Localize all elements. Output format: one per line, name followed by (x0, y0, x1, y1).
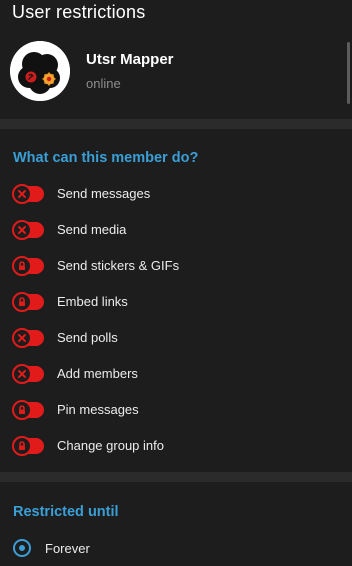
pin-messages-toggle[interactable] (12, 400, 44, 420)
close-icon (12, 184, 32, 204)
panel-title: User restrictions (12, 2, 146, 22)
radio-selected-indicator (19, 545, 25, 551)
close-icon (12, 364, 32, 384)
permission-send-media[interactable]: Send media (12, 218, 333, 242)
permission-change-group-info[interactable]: Change group info (12, 434, 333, 458)
send-media-toggle[interactable] (12, 220, 44, 240)
permission-label: Send messages (57, 186, 151, 201)
permission-label: Send stickers & GIFs (57, 258, 180, 273)
restricted-until-section-title: Restricted until (13, 504, 119, 520)
permission-add-members[interactable]: Add members (12, 362, 333, 386)
permission-embed-links[interactable]: Embed links (12, 290, 333, 314)
lock-icon (12, 292, 32, 312)
lock-icon (12, 256, 32, 276)
member-status: online (86, 76, 121, 91)
change-group-info-toggle[interactable] (12, 436, 44, 456)
permission-label: Send media (57, 222, 127, 237)
radio-button[interactable] (13, 539, 31, 557)
radio-label: Forever (45, 541, 90, 556)
permission-label: Add members (57, 366, 138, 381)
close-icon (12, 328, 32, 348)
restricted-until-forever-option[interactable]: Forever (13, 537, 333, 561)
permission-label: Change group info (57, 438, 164, 453)
permission-label: Embed links (57, 294, 128, 309)
embed-links-toggle[interactable] (12, 292, 44, 312)
permissions-section-title: What can this member do? (13, 150, 199, 166)
send-polls-toggle[interactable] (12, 328, 44, 348)
permission-send-messages[interactable]: Send messages (12, 182, 333, 206)
permission-label: Pin messages (57, 402, 139, 417)
close-icon (12, 220, 32, 240)
member-profile[interactable]: Utsr Mapper online (10, 41, 330, 101)
avatar-image (10, 41, 70, 101)
permission-label: Send polls (57, 330, 118, 345)
permission-send-polls[interactable]: Send polls (12, 326, 333, 350)
permission-send-stickers[interactable]: Send stickers & GIFs (12, 254, 333, 278)
avatar (10, 41, 70, 101)
member-name: Utsr Mapper (86, 51, 174, 68)
add-members-toggle[interactable] (12, 364, 44, 384)
send-messages-toggle[interactable] (12, 184, 44, 204)
permission-pin-messages[interactable]: Pin messages (12, 398, 333, 422)
lock-icon (12, 400, 32, 420)
lock-icon (12, 436, 32, 456)
user-restrictions-panel: User restrictions Utsr Mapper online Wha… (0, 0, 352, 566)
section-divider (0, 472, 352, 482)
scrollbar-thumb[interactable] (347, 42, 350, 104)
send-stickers-toggle[interactable] (12, 256, 44, 276)
section-divider (0, 119, 352, 129)
